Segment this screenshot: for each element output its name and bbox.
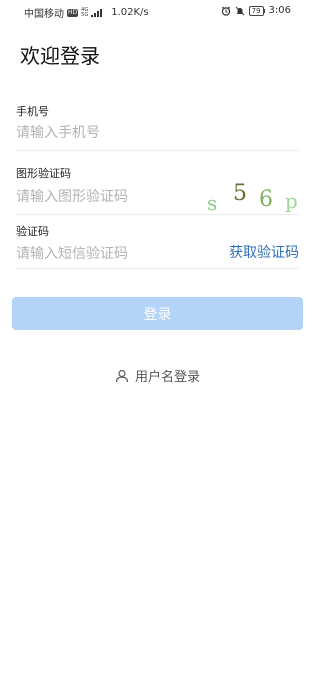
sms-field-group: 验证码 获取验证码 — [16, 223, 299, 269]
get-sms-code-button[interactable]: 获取验证码 — [229, 242, 299, 262]
username-login-link[interactable]: 用户名登录 — [0, 366, 315, 385]
hd-badge: HD — [67, 8, 79, 17]
sms-code-input[interactable] — [16, 244, 206, 264]
phone-input[interactable] — [16, 123, 206, 143]
network-type-bottom: 5G — [81, 11, 89, 18]
mute-icon — [235, 6, 244, 15]
status-bar: 中国移动 HD 4G 5G 1.02K/s 79 3:06 — [0, 0, 315, 22]
username-login-label: 用户名登录 — [134, 370, 200, 385]
sms-divider — [16, 268, 299, 269]
captcha-image[interactable]: s 5 6 p — [199, 179, 299, 215]
battery-icon: 79 — [248, 5, 265, 16]
captcha-field-group: 图形验证码 s 5 6 p — [16, 165, 299, 215]
captcha-char: p — [285, 189, 298, 213]
battery-level: 79 — [248, 5, 264, 16]
network-type-icon: 4G 5G — [81, 7, 89, 18]
status-bar-left: 中国移动 HD 4G 5G 1.02K/s — [24, 5, 149, 20]
login-button[interactable]: 登录 — [12, 297, 303, 330]
alarm-icon — [221, 6, 230, 16]
carrier-name: 中国移动 — [24, 9, 64, 20]
page-title: 欢迎登录 — [20, 44, 100, 68]
captcha-char: 6 — [259, 187, 273, 212]
captcha-char: 5 — [233, 181, 247, 206]
status-bar-right: 79 3:06 — [221, 5, 291, 16]
user-icon — [115, 369, 129, 382]
captcha-input[interactable] — [16, 187, 206, 207]
phone-divider — [16, 150, 299, 151]
captcha-label: 图形验证码 — [16, 167, 71, 180]
phone-label: 手机号 — [16, 105, 49, 118]
signal-icon — [91, 8, 103, 17]
sms-label: 验证码 — [16, 225, 49, 238]
captcha-char: s — [207, 191, 218, 215]
captcha-divider — [16, 214, 299, 215]
phone-field-group: 手机号 — [16, 103, 299, 151]
network-speed: 1.02K/s — [111, 7, 149, 18]
clock-time: 3:06 — [268, 5, 291, 16]
